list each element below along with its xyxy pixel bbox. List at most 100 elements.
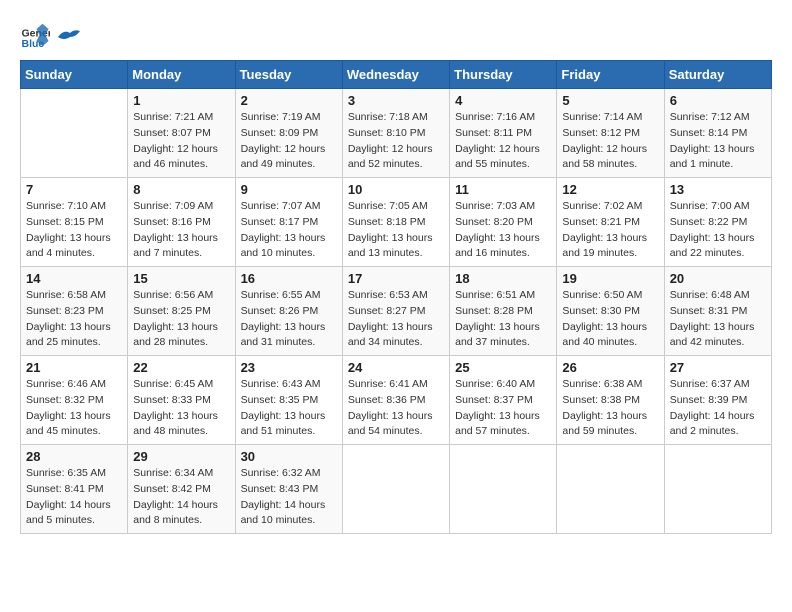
day-number: 21: [26, 360, 122, 375]
day-number: 19: [562, 271, 658, 286]
calendar-cell: 6 Sunrise: 7:12 AM Sunset: 8:14 PM Daylig…: [664, 89, 771, 178]
day-info: Sunrise: 6:51 AM Sunset: 8:28 PM Dayligh…: [455, 288, 551, 351]
calendar-cell: 23 Sunrise: 6:43 AM Sunset: 8:35 PM Dayli…: [235, 356, 342, 445]
day-info: Sunrise: 6:56 AM Sunset: 8:25 PM Dayligh…: [133, 288, 229, 351]
day-info: Sunrise: 7:16 AM Sunset: 8:11 PM Dayligh…: [455, 110, 551, 173]
calendar-cell: 25 Sunrise: 6:40 AM Sunset: 8:37 PM Dayli…: [450, 356, 557, 445]
day-info: Sunrise: 6:55 AM Sunset: 8:26 PM Dayligh…: [241, 288, 337, 351]
calendar-cell: 21 Sunrise: 6:46 AM Sunset: 8:32 PM Dayli…: [21, 356, 128, 445]
day-number: 14: [26, 271, 122, 286]
day-number: 28: [26, 449, 122, 464]
day-info: Sunrise: 7:07 AM Sunset: 8:17 PM Dayligh…: [241, 199, 337, 262]
calendar-cell: [342, 445, 449, 534]
calendar-cell: 30Sunrise: 6:32 AM Sunset: 8:43 PM Dayli…: [235, 445, 342, 534]
calendar-week-5: 28 Sunrise: 6:35 AM Sunset: 8:41 PM Dayli…: [21, 445, 772, 534]
day-info: Sunrise: 6:38 AM Sunset: 8:38 PM Dayligh…: [562, 377, 658, 440]
day-number: 16: [241, 271, 337, 286]
calendar-cell: 1 Sunrise: 7:21 AM Sunset: 8:07 PM Daylig…: [128, 89, 235, 178]
header-sunday: Sunday: [21, 61, 128, 89]
day-info: Sunrise: 6:43 AM Sunset: 8:35 PM Dayligh…: [241, 377, 337, 440]
calendar-cell: 7 Sunrise: 7:10 AM Sunset: 8:15 PM Daylig…: [21, 178, 128, 267]
day-number: 18: [455, 271, 551, 286]
day-info: Sunrise: 6:40 AM Sunset: 8:37 PM Dayligh…: [455, 377, 551, 440]
calendar-week-4: 21 Sunrise: 6:46 AM Sunset: 8:32 PM Dayli…: [21, 356, 772, 445]
day-info: Sunrise: 7:12 AM Sunset: 8:14 PM Dayligh…: [670, 110, 766, 173]
calendar-cell: 4 Sunrise: 7:16 AM Sunset: 8:11 PM Daylig…: [450, 89, 557, 178]
day-info: Sunrise: 7:02 AM Sunset: 8:21 PM Dayligh…: [562, 199, 658, 262]
day-info: Sunrise: 7:21 AM Sunset: 8:07 PM Dayligh…: [133, 110, 229, 173]
day-info: Sunrise: 6:34 AM Sunset: 8:42 PM Dayligh…: [133, 466, 229, 529]
calendar-cell: [21, 89, 128, 178]
header-thursday: Thursday: [450, 61, 557, 89]
day-info: Sunrise: 6:46 AM Sunset: 8:32 PM Dayligh…: [26, 377, 122, 440]
calendar-cell: 24 Sunrise: 6:41 AM Sunset: 8:36 PM Dayli…: [342, 356, 449, 445]
day-number: 23: [241, 360, 337, 375]
day-number: 12: [562, 182, 658, 197]
day-info: Sunrise: 7:09 AM Sunset: 8:16 PM Dayligh…: [133, 199, 229, 262]
logo-icon: General Blue: [20, 20, 50, 50]
day-info: Sunrise: 7:19 AM Sunset: 8:09 PM Dayligh…: [241, 110, 337, 173]
logo: General Blue: [20, 20, 84, 50]
day-number: 5: [562, 93, 658, 108]
logo-bird-icon: [56, 27, 84, 47]
calendar-cell: 12 Sunrise: 7:02 AM Sunset: 8:21 PM Dayli…: [557, 178, 664, 267]
day-info: Sunrise: 6:37 AM Sunset: 8:39 PM Dayligh…: [670, 377, 766, 440]
day-info: Sunrise: 6:53 AM Sunset: 8:27 PM Dayligh…: [348, 288, 444, 351]
day-number: 20: [670, 271, 766, 286]
calendar-cell: 15 Sunrise: 6:56 AM Sunset: 8:25 PM Dayli…: [128, 267, 235, 356]
day-number: 24: [348, 360, 444, 375]
day-number: 29: [133, 449, 229, 464]
day-number: 8: [133, 182, 229, 197]
day-info: Sunrise: 7:03 AM Sunset: 8:20 PM Dayligh…: [455, 199, 551, 262]
day-info: Sunrise: 6:58 AM Sunset: 8:23 PM Dayligh…: [26, 288, 122, 351]
day-info: Sunrise: 6:35 AM Sunset: 8:41 PM Dayligh…: [26, 466, 122, 529]
day-info: Sunrise: 7:10 AM Sunset: 8:15 PM Dayligh…: [26, 199, 122, 262]
day-info: Sunrise: 6:50 AM Sunset: 8:30 PM Dayligh…: [562, 288, 658, 351]
day-number: 3: [348, 93, 444, 108]
calendar-cell: 11 Sunrise: 7:03 AM Sunset: 8:20 PM Dayli…: [450, 178, 557, 267]
day-number: 7: [26, 182, 122, 197]
day-number: 17: [348, 271, 444, 286]
calendar-cell: 22Sunrise: 6:45 AM Sunset: 8:33 PM Dayli…: [128, 356, 235, 445]
day-info: Sunrise: 6:41 AM Sunset: 8:36 PM Dayligh…: [348, 377, 444, 440]
calendar-cell: 18 Sunrise: 6:51 AM Sunset: 8:28 PM Dayli…: [450, 267, 557, 356]
day-number: 11: [455, 182, 551, 197]
calendar-cell: 20 Sunrise: 6:48 AM Sunset: 8:31 PM Dayli…: [664, 267, 771, 356]
calendar-cell: 26Sunrise: 6:38 AM Sunset: 8:38 PM Dayli…: [557, 356, 664, 445]
day-number: 1: [133, 93, 229, 108]
day-info: Sunrise: 6:48 AM Sunset: 8:31 PM Dayligh…: [670, 288, 766, 351]
day-number: 4: [455, 93, 551, 108]
day-info: Sunrise: 7:18 AM Sunset: 8:10 PM Dayligh…: [348, 110, 444, 173]
calendar-header-row: SundayMondayTuesdayWednesdayThursdayFrid…: [21, 61, 772, 89]
header-friday: Friday: [557, 61, 664, 89]
header-wednesday: Wednesday: [342, 61, 449, 89]
header-monday: Monday: [128, 61, 235, 89]
calendar-cell: 5Sunrise: 7:14 AM Sunset: 8:12 PM Daylig…: [557, 89, 664, 178]
header-saturday: Saturday: [664, 61, 771, 89]
calendar-cell: 27Sunrise: 6:37 AM Sunset: 8:39 PM Dayli…: [664, 356, 771, 445]
day-number: 13: [670, 182, 766, 197]
day-info: Sunrise: 7:05 AM Sunset: 8:18 PM Dayligh…: [348, 199, 444, 262]
day-info: Sunrise: 7:00 AM Sunset: 8:22 PM Dayligh…: [670, 199, 766, 262]
calendar-cell: 3 Sunrise: 7:18 AM Sunset: 8:10 PM Daylig…: [342, 89, 449, 178]
day-number: 15: [133, 271, 229, 286]
calendar-cell: 2Sunrise: 7:19 AM Sunset: 8:09 PM Daylig…: [235, 89, 342, 178]
day-number: 22: [133, 360, 229, 375]
calendar-week-1: 1 Sunrise: 7:21 AM Sunset: 8:07 PM Daylig…: [21, 89, 772, 178]
day-number: 25: [455, 360, 551, 375]
calendar-week-3: 14 Sunrise: 6:58 AM Sunset: 8:23 PM Dayli…: [21, 267, 772, 356]
calendar-cell: 9 Sunrise: 7:07 AM Sunset: 8:17 PM Daylig…: [235, 178, 342, 267]
calendar-cell: [450, 445, 557, 534]
day-number: 10: [348, 182, 444, 197]
day-number: 9: [241, 182, 337, 197]
calendar-cell: 16 Sunrise: 6:55 AM Sunset: 8:26 PM Dayli…: [235, 267, 342, 356]
calendar-cell: 17 Sunrise: 6:53 AM Sunset: 8:27 PM Dayli…: [342, 267, 449, 356]
calendar-cell: 29 Sunrise: 6:34 AM Sunset: 8:42 PM Dayli…: [128, 445, 235, 534]
calendar-week-2: 7 Sunrise: 7:10 AM Sunset: 8:15 PM Daylig…: [21, 178, 772, 267]
calendar-cell: [557, 445, 664, 534]
calendar-cell: 28 Sunrise: 6:35 AM Sunset: 8:41 PM Dayli…: [21, 445, 128, 534]
day-number: 6: [670, 93, 766, 108]
calendar-cell: [664, 445, 771, 534]
calendar-cell: 10 Sunrise: 7:05 AM Sunset: 8:18 PM Dayli…: [342, 178, 449, 267]
calendar-cell: 19 Sunrise: 6:50 AM Sunset: 8:30 PM Dayli…: [557, 267, 664, 356]
